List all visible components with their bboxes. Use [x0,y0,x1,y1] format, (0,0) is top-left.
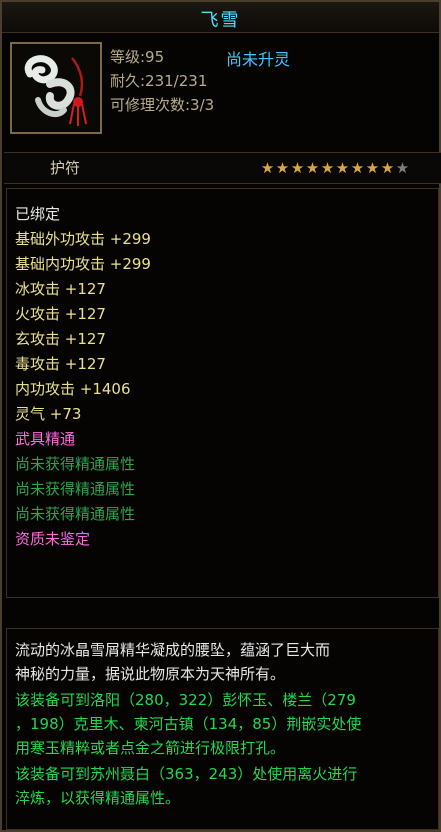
stat-line: 玄攻击 +127 [15,330,106,348]
stat-line: 毒攻击 +127 [15,355,106,373]
stat-line: 尚未获得精通属性 [15,480,136,498]
description-line: 淬炼，以获得精通属性。 [15,789,181,807]
star-filled-icon: ★ [290,159,305,177]
star-empty-icon: ★ [395,159,410,177]
star-filled-icon: ★ [350,159,365,177]
star-filled-icon: ★ [275,159,290,177]
description-line: 该装备可到苏州聂白（363，243）处使用离火进行 [15,765,358,783]
type-row: 护符 ★ ★ ★ ★ ★ ★ ★ ★ ★ ★ [4,152,441,184]
spirit-status: 尚未升灵 [226,50,291,69]
star-filled-icon: ★ [260,159,275,177]
stat-line: 尚未获得精通属性 [15,505,136,523]
item-tooltip: 飞雪 等级:95 尚未升灵 耐久:231/231 可修理次数:3/3 护符 ★ ★… [0,0,441,832]
description-line: 该装备可到洛阳（280，322）彭怀玉、楼兰（279 [15,691,356,709]
star-filled-icon: ★ [380,159,395,177]
star-rating: ★ ★ ★ ★ ★ ★ ★ ★ ★ ★ [260,159,410,177]
description-line: 用寒玉精粹或者点金之箭进行极限打孔。 [15,739,286,757]
star-filled-icon: ★ [320,159,335,177]
stat-line: 资质未鉴定 [15,530,91,548]
item-type: 护符 [50,159,81,177]
stat-line: 尚未获得精通属性 [15,455,136,473]
star-filled-icon: ★ [365,159,380,177]
title-bar: 飞雪 [2,2,439,33]
description-line: 神秘的力量，据说此物原本为天神所有。 [15,665,286,683]
item-icon [10,42,102,134]
item-name: 飞雪 [200,10,241,31]
description-panel: 流动的冰晶雪屑精华凝成的腰坠，蕴涵了巨大而 神秘的力量，据说此物原本为天神所有。… [6,628,439,830]
item-level: 等级:95 [110,48,165,66]
description-line: ，198）克里木、柬河古镇（134，85）荆嵌实处使 [15,715,362,733]
stat-line: 基础外功攻击 +299 [15,230,151,248]
star-filled-icon: ★ [305,159,320,177]
star-filled-icon: ★ [335,159,350,177]
stat-line: 武具精通 [15,430,76,448]
stat-line: 火攻击 +127 [15,305,106,323]
stat-line: 基础内功攻击 +299 [15,255,151,273]
stat-line: 冰攻击 +127 [15,280,106,298]
item-durability: 耐久:231/231 [110,72,208,90]
amulet-icon [12,44,100,132]
item-repairs: 可修理次数:3/3 [110,96,215,114]
stat-line: 灵气 +73 [15,405,82,423]
stats-panel: 已绑定 基础外功攻击 +299 基础内功攻击 +299 冰攻击 +127 火攻击… [6,188,439,598]
stat-line: 内功攻击 +1406 [15,380,131,398]
bound-status: 已绑定 [15,205,61,223]
description-line: 流动的冰晶雪屑精华凝成的腰坠，蕴涵了巨大而 [15,641,331,659]
